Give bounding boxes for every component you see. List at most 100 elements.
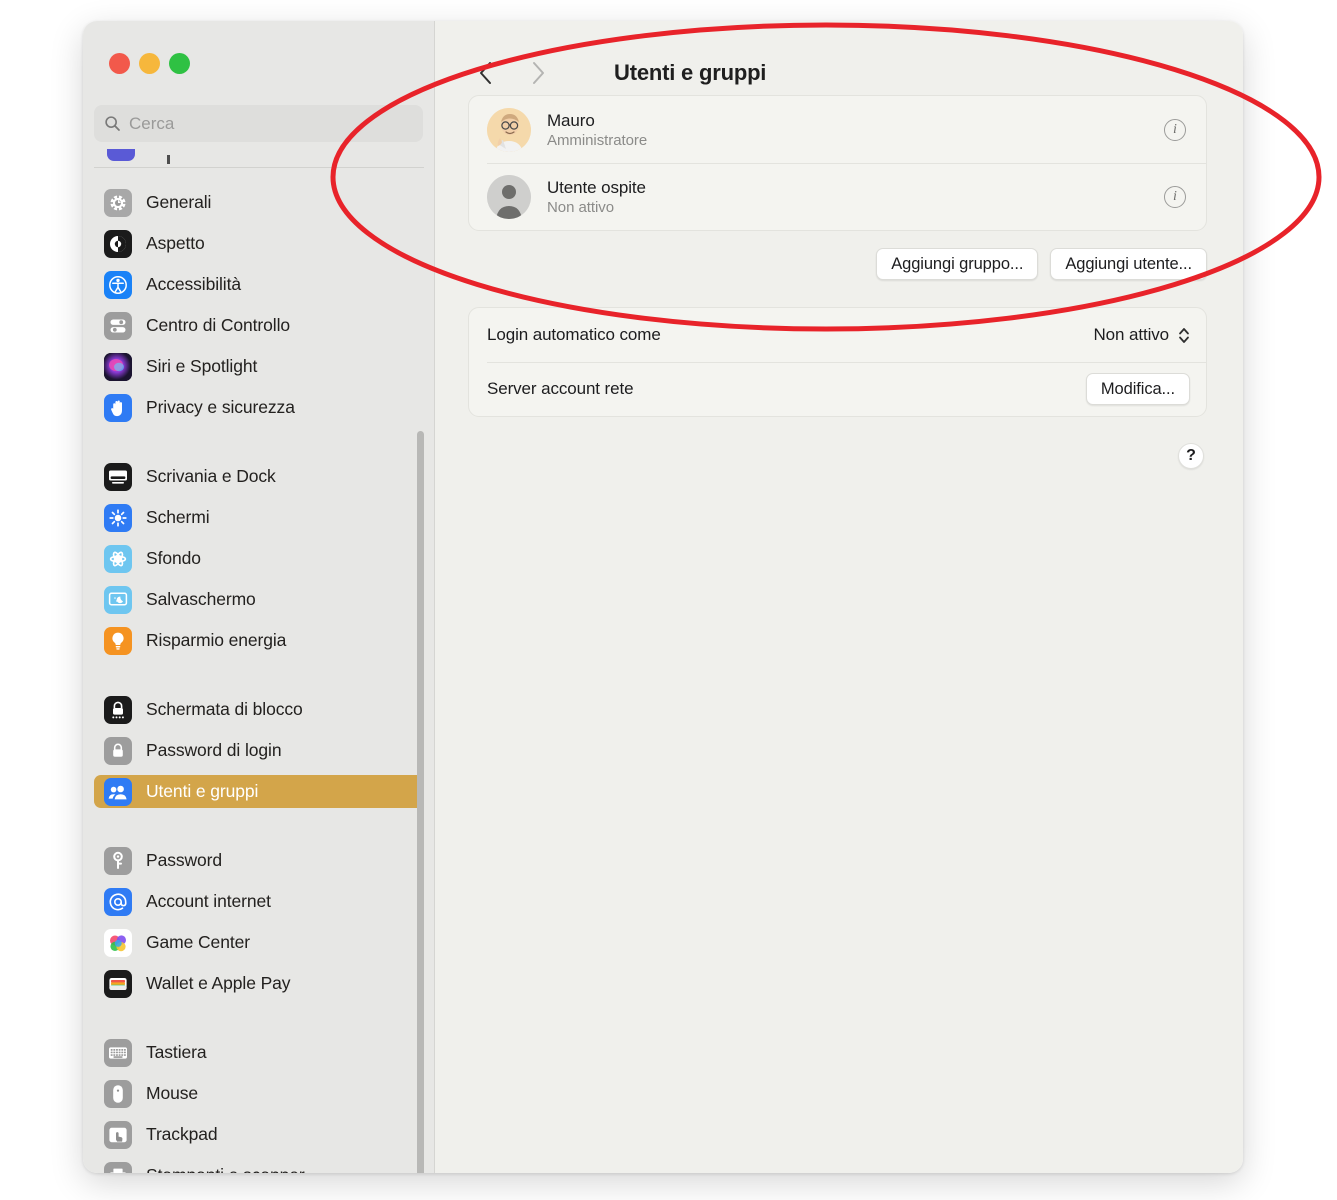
sidebar-item-label: Wallet e Apple Pay (146, 973, 291, 993)
sidebar: Generali Aspetto Accessibilità Centro di Co… (83, 21, 435, 1173)
up-down-stepper-icon (1179, 327, 1189, 343)
keyboard-icon (104, 1038, 132, 1067)
sidebar-item-password-di-login[interactable]: Password di login (94, 734, 424, 767)
auto-login-row: Login automatico come Non attivo (469, 308, 1206, 362)
sidebar-item-utenti-e-gruppi[interactable]: Utenti e gruppi (94, 775, 424, 808)
auto-login-popup-button[interactable]: Non attivo (1093, 325, 1190, 345)
sidebar-divider (94, 167, 424, 168)
window-traffic-lights (109, 53, 190, 74)
sidebar-scrollbar[interactable] (417, 431, 424, 1173)
chevron-left-icon (480, 62, 491, 84)
sidebar-item-label: Account internet (146, 891, 271, 911)
mouse-icon (104, 1079, 132, 1108)
sidebar-item-account-internet[interactable]: Account internet (94, 885, 424, 918)
sidebar-item-schermi[interactable]: Schermi (94, 501, 424, 534)
sidebar-group: Generali Aspetto Accessibilità Centro di Co… (94, 184, 424, 424)
control-center-icon (104, 311, 132, 340)
help-row: ? (468, 443, 1207, 469)
sidebar-item-trackpad[interactable]: Trackpad (94, 1118, 424, 1151)
sidebar-group: Password Account internet Game Center Walle… (94, 842, 424, 1000)
minimize-button[interactable] (139, 53, 160, 74)
table-row[interactable]: Utente ospite Non attivo i (469, 163, 1206, 230)
users-groups-icon (104, 777, 132, 806)
sidebar-item-mouse[interactable]: Mouse (94, 1077, 424, 1110)
sidebar-item-label: Password di login (146, 740, 282, 760)
partial-icon (107, 149, 135, 161)
sidebar-item-label: Centro di Controllo (146, 315, 291, 335)
sidebar-group: Schermata di blocco Password di login Uten… (94, 691, 424, 808)
sidebar-scroll-area[interactable]: Generali Aspetto Accessibilità Centro di Co… (83, 149, 435, 1173)
info-icon[interactable]: i (1164, 185, 1186, 208)
memoji-avatar (487, 107, 531, 152)
sidebar-item-generali[interactable]: Generali (94, 186, 424, 219)
auto-login-value: Non attivo (1093, 325, 1169, 344)
sidebar-item-salvaschermo[interactable]: Salvaschermo (94, 583, 424, 616)
sidebar-item-scrivania-e-dock[interactable]: Scrivania e Dock (94, 460, 424, 493)
sidebar-item-label: Mouse (146, 1083, 199, 1103)
avatar (487, 174, 531, 219)
desktop-dock-icon (104, 462, 132, 491)
screen: Generali Aspetto Accessibilità Centro di Co… (0, 0, 1337, 1200)
close-button[interactable] (109, 53, 130, 74)
sidebar-item-label: Salvaschermo (146, 589, 256, 609)
sidebar-item-risparmio-energia[interactable]: Risparmio energia (94, 624, 424, 657)
sidebar-item-wallet-e-apple-pay[interactable]: Wallet e Apple Pay (94, 967, 424, 1000)
key-icon (104, 846, 132, 875)
energy-bulb-icon (104, 626, 132, 655)
user-name: Mauro (547, 110, 595, 130)
table-row[interactable]: Mauro Amministratore i (469, 96, 1206, 163)
sidebar-partial-item[interactable] (94, 149, 424, 183)
sidebar-group: Scrivania e Dock Schermi Sfondo Salvascherm… (94, 458, 424, 657)
sidebar-item-label: Risparmio energia (146, 630, 287, 650)
accessibility-icon (104, 270, 132, 299)
user-role: Amministratore (547, 131, 648, 149)
sidebar-item-schermata-di-blocco[interactable]: Schermata di blocco (94, 693, 424, 726)
appearance-icon (104, 229, 132, 258)
sidebar-item-label: Siri e Spotlight (146, 356, 258, 376)
back-button[interactable] (469, 56, 503, 90)
chevron-right-icon (533, 62, 544, 84)
login-password-icon (104, 736, 132, 765)
search-input[interactable] (129, 113, 413, 134)
sidebar-item-accessibilit[interactable]: Accessibilità (94, 268, 424, 301)
user-role: Non attivo (547, 198, 615, 216)
page-title: Utenti e gruppi (614, 60, 767, 85)
help-button[interactable]: ? (1178, 443, 1204, 469)
privacy-hand-icon (104, 393, 132, 422)
info-icon[interactable]: i (1164, 118, 1186, 141)
siri-icon (104, 352, 132, 381)
add-user-button[interactable]: Aggiungi utente... (1050, 248, 1207, 280)
user-info: Utente ospite Non attivo (547, 178, 1148, 216)
sidebar-item-label: Aspetto (146, 233, 205, 253)
sidebar-nav-list: Generali Aspetto Accessibilità Centro di Co… (83, 149, 435, 1173)
main-panel: Utenti e gruppi Mauro Amministratore i U… (435, 21, 1243, 1173)
sidebar-search[interactable] (94, 105, 423, 142)
game-center-icon (104, 928, 132, 957)
forward-button[interactable] (521, 56, 555, 90)
sidebar-item-sfondo[interactable]: Sfondo (94, 542, 424, 575)
search-field[interactable] (94, 105, 423, 142)
sidebar-item-aspetto[interactable]: Aspetto (94, 227, 424, 260)
user-action-buttons: Aggiungi gruppo... Aggiungi utente... (468, 248, 1207, 280)
sidebar-item-centro-di-controllo[interactable]: Centro di Controllo (94, 309, 424, 342)
edit-button[interactable]: Modifica... (1085, 373, 1190, 405)
sidebar-item-siri-e-spotlight[interactable]: Siri e Spotlight (94, 350, 424, 383)
sidebar-item-game-center[interactable]: Game Center (94, 926, 424, 959)
printer-icon (104, 1161, 132, 1173)
sidebar-item-label: Tastiera (146, 1042, 207, 1062)
sidebar-item-tastiera[interactable]: Tastiera (94, 1036, 424, 1069)
sidebar-item-label: Stampanti e scanner (146, 1165, 305, 1173)
main-content: Mauro Amministratore i Utente ospite Non… (435, 95, 1243, 469)
sidebar-scrollbar-thumb[interactable] (417, 431, 424, 1173)
sidebar-item-label: Generali (146, 192, 212, 212)
sidebar-item-stampanti-e-scanner[interactable]: Stampanti e scanner (94, 1159, 424, 1173)
users-card: Mauro Amministratore i Utente ospite Non… (468, 95, 1207, 231)
sidebar-item-privacy-e-sicurezza[interactable]: Privacy e sicurezza (94, 391, 424, 424)
add-group-button[interactable]: Aggiungi gruppo... (876, 248, 1039, 280)
zoom-button[interactable] (169, 53, 190, 74)
sidebar-item-password[interactable]: Password (94, 844, 424, 877)
